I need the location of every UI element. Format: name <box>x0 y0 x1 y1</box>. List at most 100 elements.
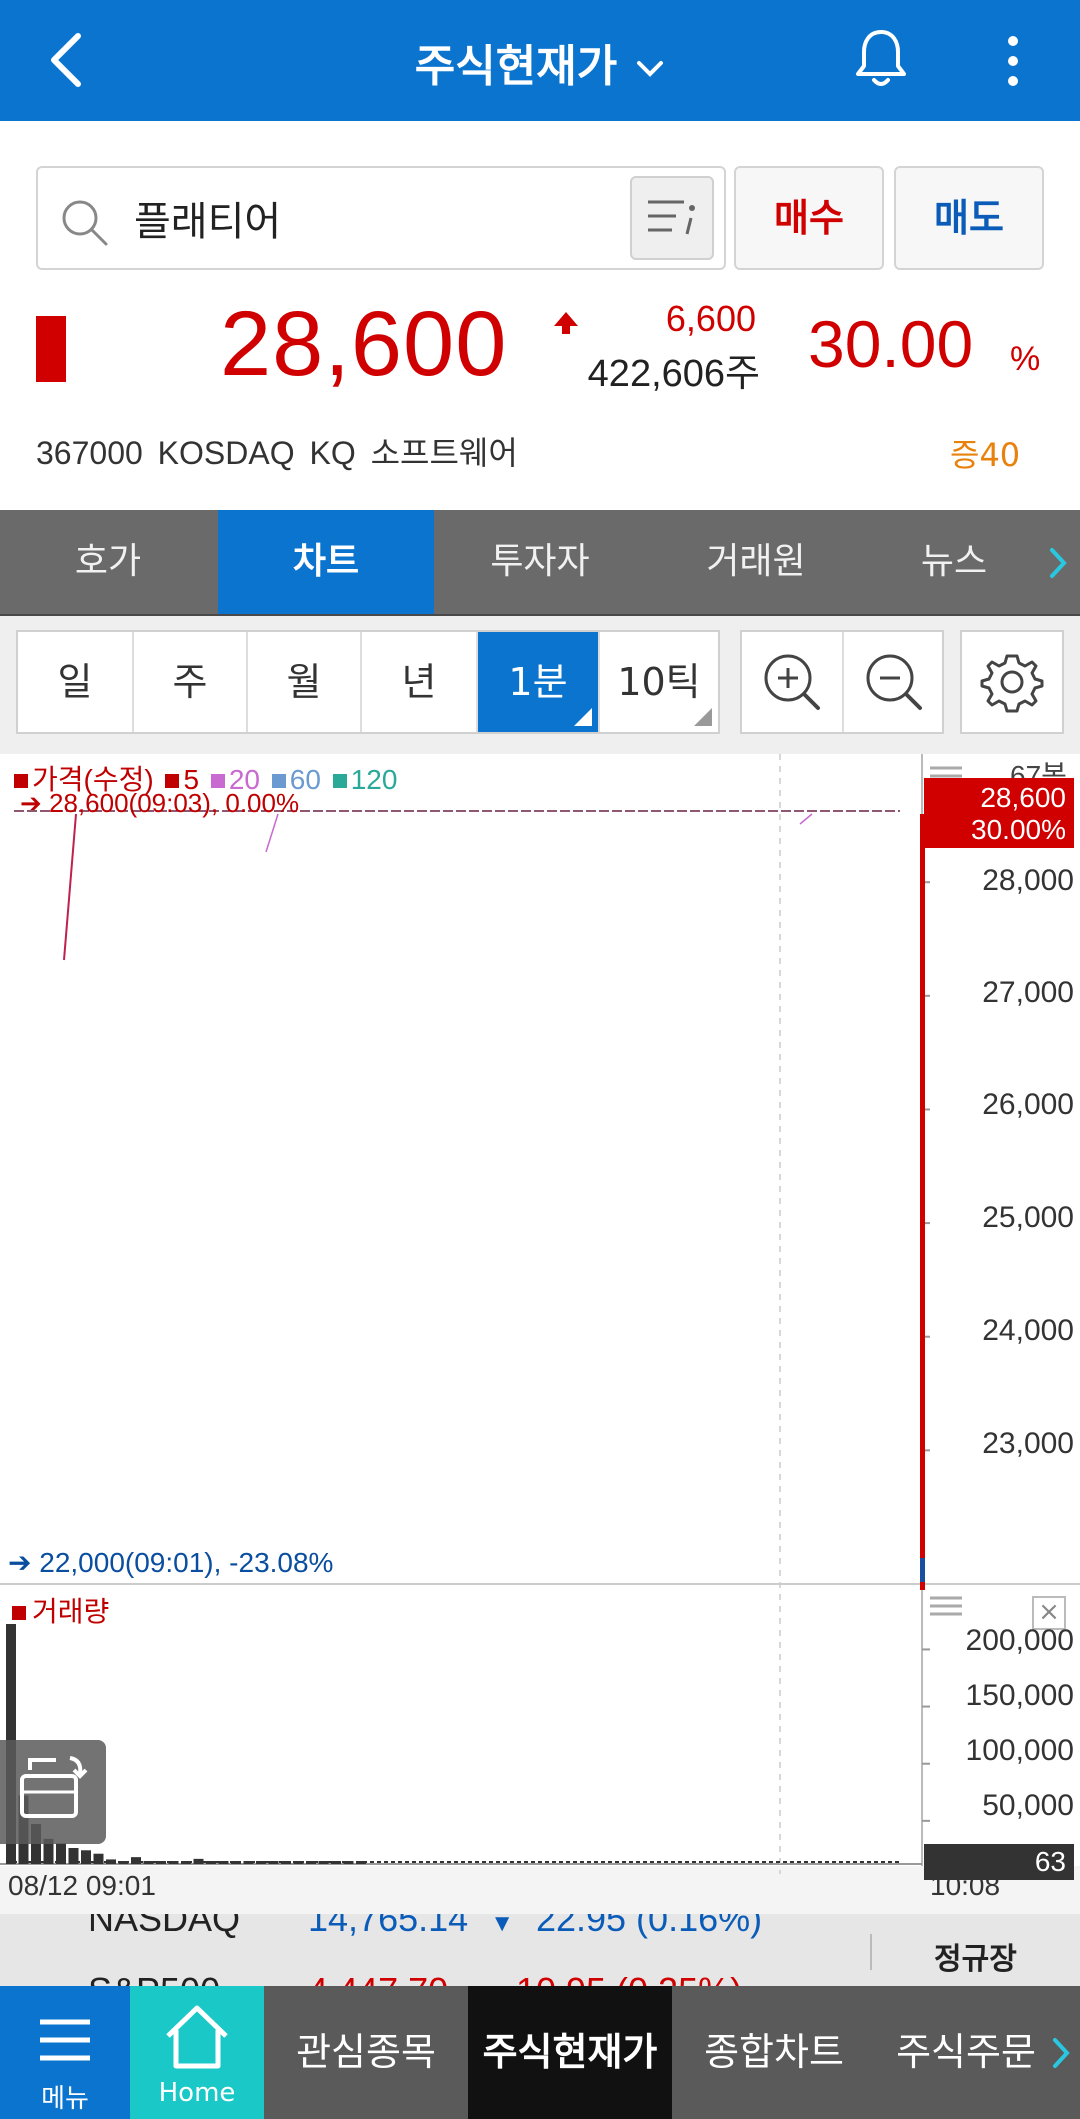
y-tick-label: 23,000 <box>982 1427 1074 1460</box>
change-percent: 30.00 <box>808 307 974 381</box>
bottom-navigation: 메뉴 Home 관심종목 주식현재가 종합차트 주식주문 <box>0 1986 1080 2119</box>
margin-rate-badge: 증40 <box>950 436 1021 474</box>
x-axis-band <box>0 1866 1080 1914</box>
period-week-button[interactable]: 주 <box>134 632 248 732</box>
current-price-tag-value: 28,600 <box>980 782 1066 813</box>
ticker-index-change: 22.95 (0.16%) <box>535 1914 763 1939</box>
volume-legend: 거래량 <box>12 1590 109 1630</box>
zoom-out-icon[interactable] <box>844 632 944 732</box>
screen-title-dropdown[interactable]: 주식현재가 <box>0 30 1080 94</box>
current-price-tag-pct: 30.00% <box>971 814 1066 845</box>
home-icon <box>166 2005 228 2069</box>
period-selector: 일 주 월 년 1분 10틱 <box>16 630 720 734</box>
bell-icon[interactable] <box>850 26 912 92</box>
price-range-marker <box>920 814 925 1590</box>
nav-current-price[interactable]: 주식현재가 <box>468 1986 672 2119</box>
stock-info-list-button[interactable] <box>630 176 714 260</box>
period-day-button[interactable]: 일 <box>18 632 134 732</box>
ticker-index-name: NASDAQ <box>88 1914 241 1939</box>
volume-bar <box>56 1843 66 1864</box>
nav-chart[interactable]: 종합차트 <box>672 1986 876 2119</box>
ticker-index-name: S&P500 <box>88 1970 298 1986</box>
ticker-row: NASDAQ 14,765.14 ▼ 22.95 (0.16%) <box>88 1914 762 1940</box>
price-change: 6,600 <box>665 298 756 339</box>
chart-low-label: ➔ 22,000(09:01), -23.08% <box>8 1547 334 1578</box>
ma-line-segment <box>799 813 813 825</box>
legend-swatch-ma60 <box>271 773 286 788</box>
volume-tick-label: 150,000 <box>965 1679 1074 1712</box>
period-1min-button[interactable]: 1분 <box>478 632 600 732</box>
chart-canvas <box>0 754 1080 1914</box>
top-app-bar: 주식현재가 <box>0 0 1080 121</box>
tab-broker[interactable]: 거래원 <box>648 510 864 614</box>
zoom-in-icon[interactable] <box>742 632 842 732</box>
period-1min-label: 1분 <box>508 660 568 704</box>
buy-button[interactable]: 매수 <box>734 166 884 270</box>
ticker-index-value: 4,447.70 <box>308 1970 448 1986</box>
legend-swatch-volume <box>12 1606 26 1620</box>
sell-button[interactable]: 매도 <box>894 166 1044 270</box>
index-ticker: NASDAQ 14,765.14 ▼ 22.95 (0.16%) S&P500 … <box>0 1914 1080 1986</box>
legend-swatch-ma5 <box>165 773 180 788</box>
tab-chart[interactable]: 차트 <box>218 510 434 614</box>
legend-ma120: 120 <box>350 764 398 795</box>
period-month-button[interactable]: 월 <box>248 632 362 732</box>
y-tick-label: 24,000 <box>982 1314 1074 1347</box>
ticker-index-value: 14,765.14 <box>308 1914 469 1939</box>
tab-news[interactable]: 뉴스 <box>864 510 1044 614</box>
ticker-row: S&P500 4,447.70 ▲ 10.95 (0.25%) <box>88 1970 742 1986</box>
dropdown-corner-icon <box>574 708 592 726</box>
screen-title: 주식현재가 <box>414 41 618 92</box>
up-triangle-icon <box>554 312 578 334</box>
period-year-button[interactable]: 년 <box>362 632 478 732</box>
nav-watchlist[interactable]: 관심종목 <box>264 1986 468 2119</box>
detail-tabs: 호가 차트 투자자 거래원 뉴스 <box>0 510 1080 616</box>
chevron-right-icon[interactable] <box>1050 2036 1072 2070</box>
volume-legend-label: 거래량 <box>32 1595 110 1628</box>
y-tick-label: 28,000 <box>982 864 1074 897</box>
chart-low-value: 22,000(09:01), -23.08% <box>39 1547 334 1578</box>
chevron-right-icon[interactable] <box>1046 546 1070 580</box>
price-chart[interactable]: 가격(수정) 5 20 60 120 ➔ 28,600(09:03), 0.00… <box>0 754 1080 1914</box>
chart-settings-button[interactable] <box>960 630 1064 734</box>
price-direction-flag <box>36 316 66 382</box>
percent-sign: % <box>1010 340 1041 378</box>
home-button[interactable]: Home <box>130 1986 264 2119</box>
period-10tick-label: 10틱 <box>617 660 701 704</box>
legend-swatch-ma120 <box>332 773 347 788</box>
y-tick-label: 26,000 <box>982 1088 1074 1121</box>
ma-line-segment <box>265 813 279 853</box>
stock-code-market-sector: 367000 KOSDAQ KQ 소프트웨어 <box>36 435 518 471</box>
rotate-screen-button[interactable] <box>0 1740 106 1844</box>
period-10tick-button[interactable]: 10틱 <box>600 632 718 732</box>
rotate-screen-icon <box>20 1756 88 1818</box>
current-price: 28,600 <box>220 293 508 395</box>
more-vert-icon[interactable] <box>998 34 1028 88</box>
home-label: Home <box>158 2078 236 2108</box>
chart-toolbar: 일 주 월 년 1분 10틱 <box>0 616 1080 754</box>
current-price-tag: 28,600 30.00% <box>924 778 1074 848</box>
volume-tick-label: 200,000 <box>965 1624 1074 1657</box>
search-icon <box>62 200 108 246</box>
zoom-controls <box>740 630 944 734</box>
y-tick-label: 27,000 <box>982 976 1074 1009</box>
price-line-segment <box>63 813 77 961</box>
stock-search-box <box>36 166 726 270</box>
trade-volume: 422,606주 <box>587 353 760 395</box>
chevron-down-icon <box>637 61 664 77</box>
ticker-index-change: 10.95 (0.25%) <box>516 1970 742 1986</box>
menu-button[interactable]: 메뉴 <box>0 1986 130 2119</box>
list-info-icon <box>648 200 695 235</box>
legend-swatch-ma20 <box>210 773 225 788</box>
x-axis-start-label: 08/12 09:01 <box>8 1870 156 1901</box>
nav-order[interactable]: 주식주문 <box>876 1986 1056 2119</box>
stock-search-input[interactable] <box>134 188 634 248</box>
tab-investor[interactable]: 투자자 <box>432 510 648 614</box>
tab-orderbook[interactable]: 호가 <box>0 510 216 614</box>
chart-high-value: 28,600(09:03), 0.00% <box>49 788 300 818</box>
low-range-marker <box>920 1558 925 1582</box>
ticker-down-arrow: ▼ <box>490 1914 514 1937</box>
market-session-status: 정규장 <box>934 1942 1017 1977</box>
menu-label: 메뉴 <box>41 2084 89 2114</box>
legend-swatch-price <box>14 773 28 788</box>
